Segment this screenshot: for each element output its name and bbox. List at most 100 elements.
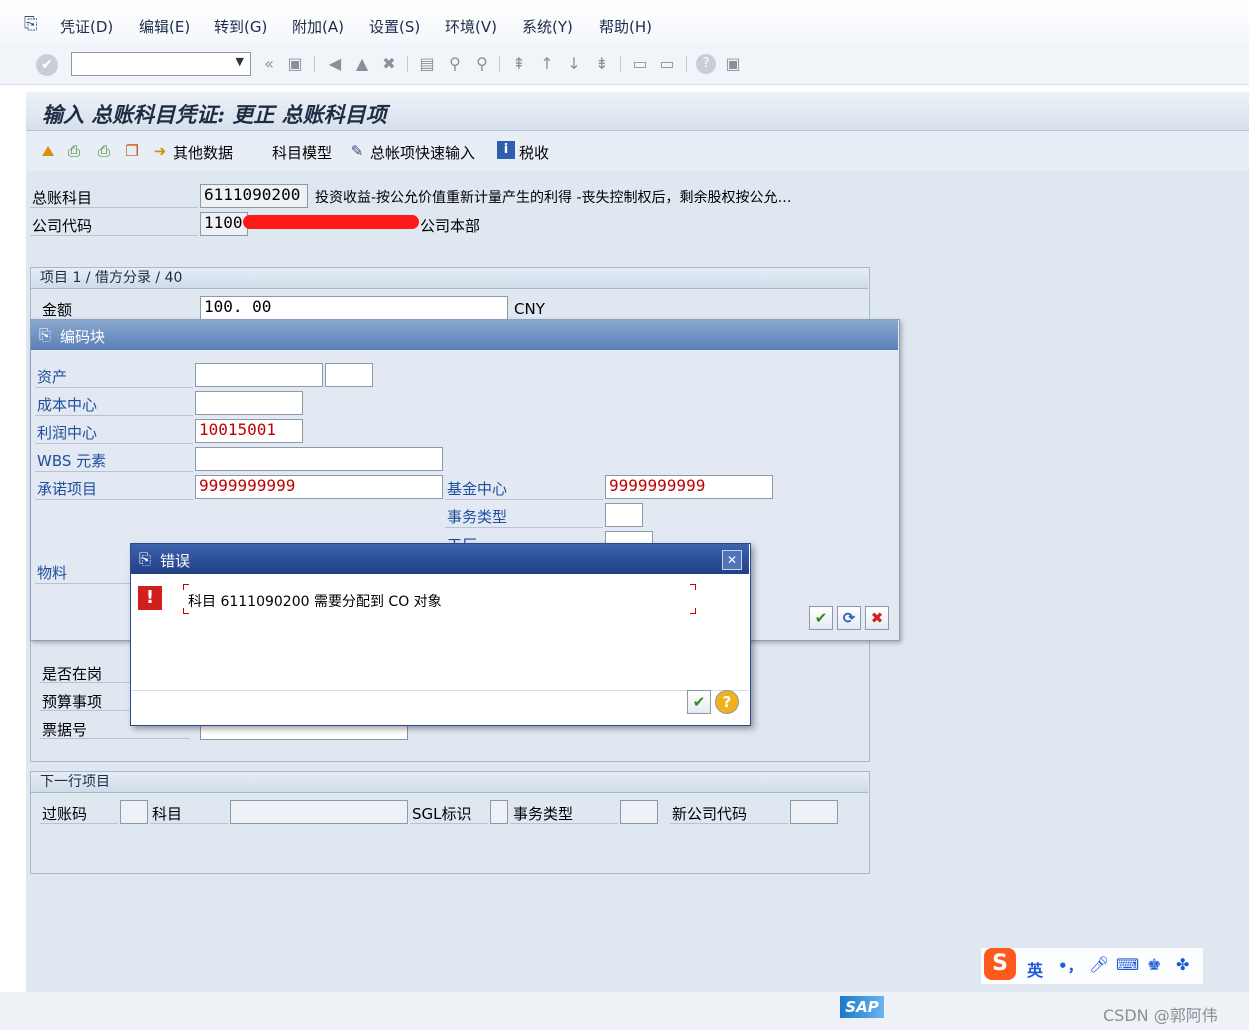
- post-document-icon[interactable]: ⎙: [94, 141, 114, 161]
- help-icon[interactable]: ?: [696, 54, 716, 74]
- keyboard-icon[interactable]: ⌨: [1116, 955, 1139, 974]
- ime-language-toggle[interactable]: 英: [1027, 957, 1043, 981]
- other-data-button[interactable]: 其他数据: [173, 142, 233, 163]
- label-underline: [445, 499, 603, 500]
- menu-environment[interactable]: 环境(V): [445, 16, 497, 37]
- coding-block-title: 编码块: [60, 328, 106, 346]
- first-page-icon[interactable]: ⇞: [509, 54, 529, 74]
- fast-entry-icon[interactable]: ✎: [347, 141, 367, 161]
- coding-block-refresh-button[interactable]: ⟳: [837, 606, 861, 630]
- fast-entry-button[interactable]: 总帐项快速输入: [370, 142, 475, 163]
- error-help-button[interactable]: ?: [715, 690, 739, 714]
- command-field[interactable]: ▼: [71, 52, 251, 76]
- asset-label: 资产: [37, 368, 68, 386]
- profit-center-field[interactable]: 10015001: [195, 419, 303, 443]
- next-page-icon[interactable]: ↓: [564, 54, 584, 74]
- company-code-label: 公司代码: [32, 217, 93, 235]
- label-underline: [35, 415, 193, 416]
- microphone-icon[interactable]: 🎤︎: [1089, 955, 1109, 974]
- session-menu-icon[interactable]: ⎘: [24, 14, 38, 34]
- ime-logo-icon[interactable]: S: [984, 948, 1016, 980]
- wbs-element-field[interactable]: [195, 447, 443, 471]
- menu-settings[interactable]: 设置(S): [369, 16, 420, 37]
- transaction-type-field[interactable]: [605, 503, 643, 527]
- skin-icon[interactable]: ♚: [1147, 955, 1161, 974]
- next-account-field[interactable]: [230, 800, 408, 824]
- commitment-item-field[interactable]: 9999999999: [195, 475, 443, 499]
- account-label: 科目: [152, 805, 183, 823]
- asset-field[interactable]: [195, 363, 323, 387]
- item-group-title: 项目 1 / 借方分录 / 40: [31, 268, 868, 289]
- budget-item-label: 预算事项: [42, 693, 103, 711]
- label-underline: [445, 527, 603, 528]
- exit-icon[interactable]: ▲: [352, 54, 372, 74]
- previous-page-icon[interactable]: ↑: [537, 54, 557, 74]
- menu-extras[interactable]: 附加(A): [292, 16, 344, 37]
- print-icon[interactable]: ▤: [417, 54, 437, 74]
- label-underline: [35, 443, 193, 444]
- cost-center-label: 成本中心: [37, 396, 98, 414]
- tree-icon[interactable]: ⛰: [38, 141, 58, 161]
- focus-corner: [183, 584, 189, 590]
- on-duty-label: 是否在岗: [42, 665, 103, 683]
- info-icon[interactable]: i: [497, 141, 515, 159]
- toolbar-divider: [620, 56, 621, 72]
- wbs-element-label: WBS 元素: [37, 452, 107, 470]
- coding-block-confirm-button[interactable]: ✔: [809, 606, 833, 630]
- sap-logo: SAP: [840, 996, 884, 1018]
- sgl-indicator-field[interactable]: [490, 800, 508, 824]
- close-icon[interactable]: ✕: [722, 550, 742, 570]
- ime-punctuation-toggle[interactable]: •，: [1058, 955, 1083, 976]
- gl-account-label: 总账科目: [32, 189, 93, 207]
- account-model-button[interactable]: 科目模型: [272, 142, 332, 163]
- menu-system[interactable]: 系统(Y): [522, 16, 573, 37]
- asset-subnumber-field[interactable]: [325, 363, 373, 387]
- focus-corner: [183, 608, 189, 614]
- toolbar-divider: [499, 56, 500, 72]
- coding-block-cancel-button[interactable]: ✖: [865, 606, 889, 630]
- toolbar-divider: [314, 56, 315, 72]
- add-document-icon[interactable]: ⎙: [64, 141, 84, 161]
- back-icon[interactable]: ◀: [325, 54, 345, 74]
- menu-help[interactable]: 帮助(H): [599, 16, 652, 37]
- label-underline: [35, 471, 193, 472]
- find-next-icon[interactable]: ⚲: [472, 54, 492, 74]
- cost-center-field[interactable]: [195, 391, 303, 415]
- gl-account-field[interactable]: 6111090200: [200, 184, 308, 208]
- sgl-indicator-label: SGL标识: [412, 805, 472, 823]
- posting-key-field[interactable]: [120, 800, 148, 824]
- new-session-icon[interactable]: ▭: [630, 54, 650, 74]
- shortcut-icon[interactable]: ▭: [657, 54, 677, 74]
- save-icon[interactable]: ▣: [285, 54, 305, 74]
- new-company-code-field[interactable]: [790, 800, 838, 824]
- enter-check-icon[interactable]: ✔: [36, 54, 58, 76]
- amount-field[interactable]: 100. 00: [200, 296, 508, 320]
- last-page-icon[interactable]: ⇟: [592, 54, 612, 74]
- chevron-down-icon[interactable]: ▼: [236, 55, 244, 68]
- gl-account-description: 投资收益-按公允价值重新计量产生的利得 -丧失控制权后，剩余股权按公允…: [315, 190, 792, 206]
- layout-menu-icon[interactable]: ▣: [723, 54, 743, 74]
- dialog-footer-divider: [131, 690, 749, 691]
- menu-bar: ⎘ 凭证(D) 编辑(E) 转到(G) 附加(A) 设置(S) 环境(V) 系统…: [0, 0, 1249, 46]
- watermark: CSDN @郭阿伟: [1103, 1006, 1218, 1025]
- tax-button[interactable]: 税收: [519, 142, 549, 163]
- fund-center-field[interactable]: 9999999999: [605, 475, 773, 499]
- transaction-type-field[interactable]: [620, 800, 658, 824]
- toolbox-icon[interactable]: ✤: [1176, 955, 1189, 974]
- error-continue-button[interactable]: ✔: [687, 690, 711, 714]
- page-title: 输入 总账科目凭证: 更正 总账科目项: [42, 102, 387, 127]
- copy-icon[interactable]: ❐: [122, 141, 142, 161]
- cancel-icon[interactable]: ✖: [379, 54, 399, 74]
- material-label: 物料: [37, 564, 68, 582]
- other-data-icon[interactable]: ➜: [150, 141, 170, 161]
- menu-goto[interactable]: 转到(G): [214, 16, 267, 37]
- company-code-field[interactable]: 1100: [200, 212, 248, 236]
- menu-document[interactable]: 凭证(D): [60, 16, 113, 37]
- window-icon: ⎘: [139, 550, 152, 568]
- commitment-item-label: 承诺项目: [37, 480, 98, 498]
- status-bar: [0, 992, 1249, 1030]
- back-arrows-icon[interactable]: «: [259, 54, 279, 74]
- error-dialog-titlebar: [131, 544, 749, 574]
- find-icon[interactable]: ⚲: [445, 54, 465, 74]
- menu-edit[interactable]: 编辑(E): [139, 16, 190, 37]
